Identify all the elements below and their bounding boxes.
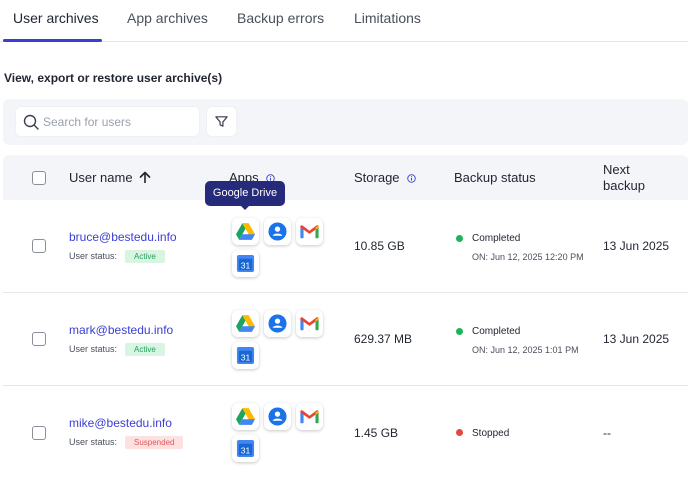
google-contacts-icon bbox=[268, 314, 287, 333]
gmail-app-button[interactable] bbox=[296, 218, 323, 245]
google-calendar-icon: 31 bbox=[236, 254, 255, 273]
status-badge: Active bbox=[125, 343, 165, 356]
calendar-icon-text: 31 bbox=[241, 352, 251, 362]
row-checkbox[interactable] bbox=[32, 332, 46, 346]
info-icon[interactable] bbox=[407, 174, 416, 183]
filter-icon bbox=[215, 116, 228, 127]
tooltip-arrow bbox=[240, 205, 250, 210]
tab-user-archives[interactable]: User archives bbox=[13, 10, 99, 26]
table-row[interactable]: mark@bestedu.info User status: Active 31 bbox=[3, 293, 688, 386]
next-backup-value: 13 Jun 2025 bbox=[603, 332, 670, 346]
google-contacts-app-button[interactable] bbox=[264, 310, 291, 337]
gmail-app-button[interactable] bbox=[296, 403, 323, 430]
row-checkbox[interactable] bbox=[32, 239, 46, 253]
next-backup-header-line2: backup bbox=[603, 178, 645, 193]
gmail-icon bbox=[300, 410, 319, 424]
google-drive-app-button[interactable] bbox=[232, 218, 259, 245]
gmail-app-button[interactable] bbox=[296, 310, 323, 337]
backup-status-text: Completed bbox=[472, 233, 521, 244]
table-row[interactable]: mike@bestedu.info User status: Suspended… bbox=[3, 386, 688, 477]
user-email-link[interactable]: mark@bestedu.info bbox=[69, 323, 173, 337]
search-icon bbox=[23, 114, 39, 130]
tab-bar: User archives App archives Backup errors… bbox=[0, 0, 688, 42]
column-header-next-backup: Next backup bbox=[603, 162, 645, 194]
backup-status-text: Stopped bbox=[472, 428, 510, 439]
status-dot bbox=[456, 235, 463, 242]
table-header: User name Apps Storage Backup status Nex… bbox=[3, 155, 688, 200]
storage-value: 10.85 GB bbox=[354, 239, 405, 253]
tab-limitations[interactable]: Limitations bbox=[354, 10, 421, 26]
google-contacts-icon bbox=[268, 222, 287, 241]
next-backup-value: -- bbox=[603, 426, 611, 440]
google-drive-app-button[interactable] bbox=[232, 310, 259, 337]
google-calendar-icon: 31 bbox=[236, 439, 255, 458]
column-header-user-name[interactable]: User name bbox=[69, 170, 151, 185]
user-email-link[interactable]: mike@bestedu.info bbox=[69, 416, 172, 430]
row-checkbox[interactable] bbox=[32, 426, 46, 440]
column-header-storage: Storage bbox=[354, 170, 416, 185]
google-drive-icon bbox=[236, 315, 255, 332]
select-all-checkbox[interactable] bbox=[32, 171, 46, 185]
status-badge: Suspended bbox=[125, 436, 184, 449]
status-dot bbox=[456, 429, 463, 436]
sort-arrow-up-icon[interactable] bbox=[139, 171, 151, 184]
filter-button[interactable] bbox=[206, 106, 237, 137]
toolbar bbox=[3, 99, 688, 145]
search-input[interactable] bbox=[43, 107, 193, 136]
calendar-icon-text: 31 bbox=[241, 260, 251, 270]
user-name-header-label: User name bbox=[69, 170, 133, 185]
gmail-icon bbox=[300, 225, 319, 239]
gmail-icon bbox=[300, 317, 319, 331]
tab-app-archives[interactable]: App archives bbox=[127, 10, 208, 26]
google-drive-icon bbox=[236, 408, 255, 425]
google-contacts-icon bbox=[268, 407, 287, 426]
google-drive-icon bbox=[236, 223, 255, 240]
backup-status-text: Completed bbox=[472, 326, 521, 337]
status-dot bbox=[456, 328, 463, 335]
user-status-label: User status: bbox=[69, 437, 118, 447]
calendar-icon-text: 31 bbox=[241, 445, 251, 455]
backup-date-text: ON: Jun 12, 2025 12:20 PM bbox=[472, 252, 584, 262]
storage-value: 1.45 GB bbox=[354, 426, 399, 440]
page-subtitle: View, export or restore user archive(s) bbox=[4, 71, 223, 85]
status-badge: Active bbox=[125, 250, 165, 263]
table-row[interactable]: bruce@bestedu.info User status: Active 3… bbox=[3, 200, 688, 293]
google-drive-tooltip: Google Drive bbox=[205, 181, 285, 206]
storage-header-label: Storage bbox=[354, 170, 400, 185]
search-box[interactable] bbox=[15, 106, 200, 137]
google-contacts-app-button[interactable] bbox=[264, 218, 291, 245]
backup-date-text: ON: Jun 12, 2025 1:01 PM bbox=[472, 345, 579, 355]
column-header-backup-status: Backup status bbox=[454, 170, 536, 185]
user-status-label: User status: bbox=[69, 344, 118, 354]
google-contacts-app-button[interactable] bbox=[264, 403, 291, 430]
user-status-label: User status: bbox=[69, 251, 118, 261]
google-calendar-app-button[interactable]: 31 bbox=[232, 435, 259, 462]
google-drive-app-button[interactable] bbox=[232, 403, 259, 430]
tab-backup-errors[interactable]: Backup errors bbox=[237, 10, 324, 26]
next-backup-value: 13 Jun 2025 bbox=[603, 239, 670, 253]
next-backup-header-line1: Next bbox=[603, 162, 630, 177]
google-calendar-icon: 31 bbox=[236, 346, 255, 365]
user-email-link[interactable]: bruce@bestedu.info bbox=[69, 230, 177, 244]
active-tab-indicator bbox=[3, 39, 102, 42]
storage-value: 629.37 MB bbox=[354, 332, 413, 346]
google-calendar-app-button[interactable]: 31 bbox=[232, 342, 259, 369]
google-calendar-app-button[interactable]: 31 bbox=[232, 250, 259, 277]
